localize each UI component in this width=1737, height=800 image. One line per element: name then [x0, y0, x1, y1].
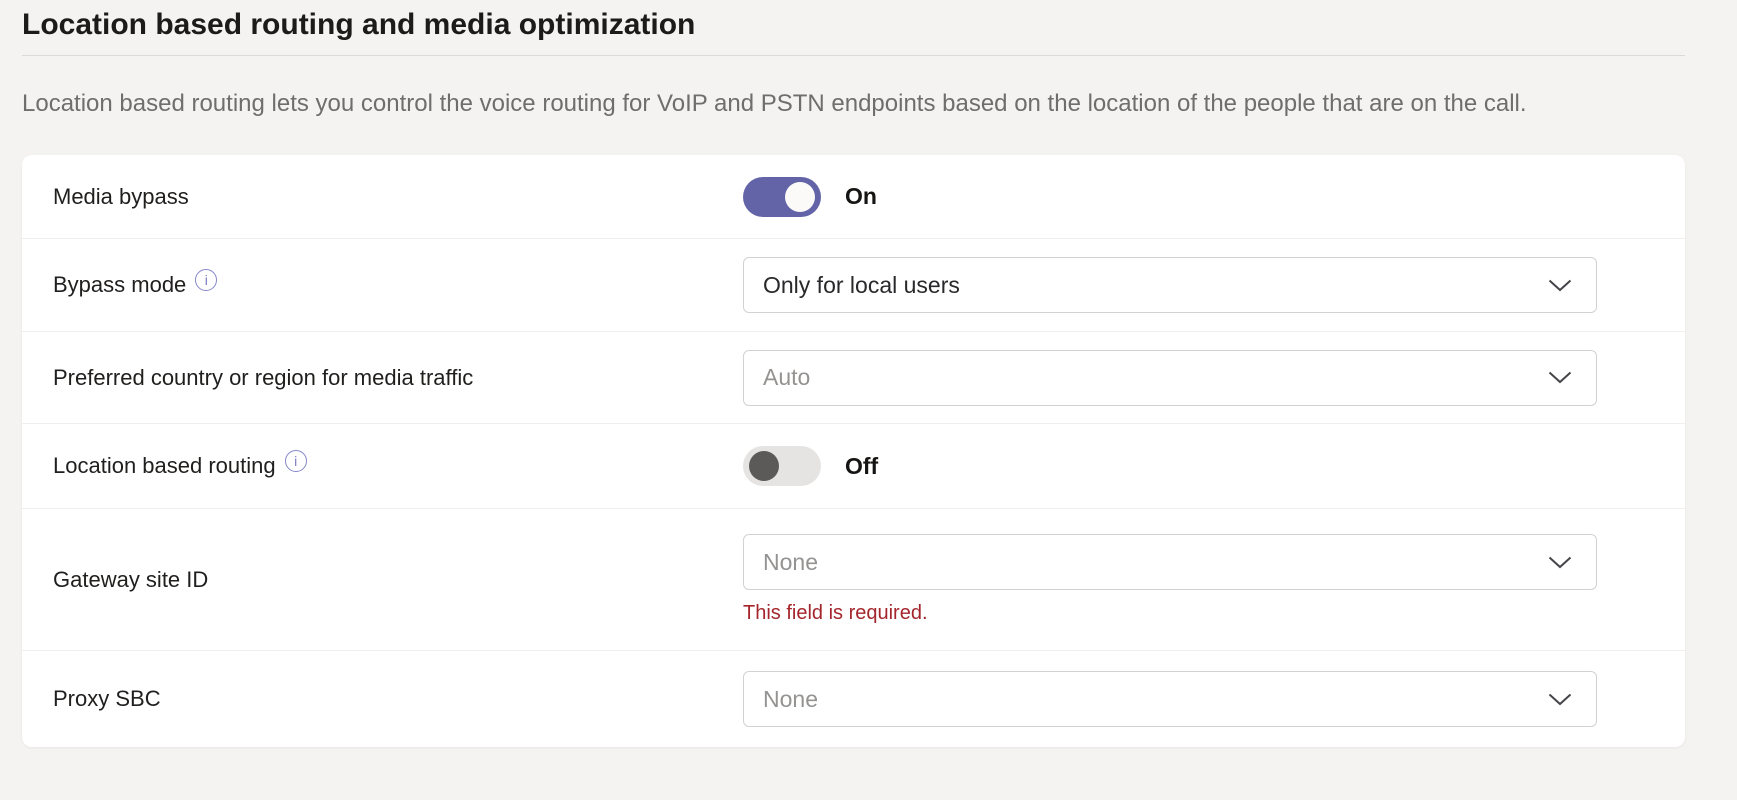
toggle-knob	[785, 182, 815, 212]
bypass-mode-label: Bypass mode i	[53, 272, 743, 298]
location-based-routing-toggle[interactable]	[743, 446, 821, 486]
field-label-text: Gateway site ID	[53, 567, 208, 593]
preferred-country-label: Preferred country or region for media tr…	[53, 365, 743, 391]
dropdown-value: Only for local users	[763, 272, 960, 299]
gateway-site-id-dropdown[interactable]: None	[743, 534, 1597, 590]
field-label-text: Preferred country or region for media tr…	[53, 365, 473, 391]
bypass-mode-dropdown[interactable]: Only for local users	[743, 257, 1597, 313]
row-proxy-sbc: Proxy SBC None	[22, 650, 1685, 747]
toggle-knob	[749, 451, 779, 481]
proxy-sbc-control: None	[743, 671, 1597, 727]
dropdown-placeholder: None	[763, 686, 818, 713]
preferred-country-control: Auto	[743, 350, 1597, 406]
field-error-message: This field is required.	[743, 602, 1597, 625]
row-gateway-site-id: Gateway site ID None This field is requi…	[22, 508, 1685, 650]
page-description: Location based routing lets you control …	[22, 86, 1667, 122]
proxy-sbc-label: Proxy SBC	[53, 686, 743, 712]
settings-panel: Media bypass On Bypass mode i Only for l…	[22, 155, 1685, 747]
gateway-site-id-label: Gateway site ID	[53, 567, 743, 593]
chevron-down-icon	[1548, 279, 1572, 292]
location-based-routing-control: Off	[743, 446, 1597, 486]
chevron-down-icon	[1548, 556, 1572, 569]
row-bypass-mode: Bypass mode i Only for local users	[22, 238, 1685, 331]
row-preferred-country: Preferred country or region for media tr…	[22, 331, 1685, 423]
media-bypass-toggle[interactable]	[743, 177, 821, 217]
preferred-country-dropdown[interactable]: Auto	[743, 350, 1597, 406]
toggle-state-label: Off	[845, 453, 878, 480]
bypass-mode-control: Only for local users	[743, 257, 1597, 313]
dropdown-placeholder: Auto	[763, 364, 810, 391]
chevron-down-icon	[1548, 371, 1572, 384]
media-bypass-label: Media bypass	[53, 184, 743, 210]
proxy-sbc-dropdown[interactable]: None	[743, 671, 1597, 727]
row-media-bypass: Media bypass On	[22, 155, 1685, 238]
location-based-routing-label: Location based routing i	[53, 453, 743, 479]
chevron-down-icon	[1548, 693, 1572, 706]
info-icon[interactable]: i	[285, 450, 307, 472]
field-label-text: Bypass mode	[53, 272, 186, 298]
toggle-state-label: On	[845, 183, 877, 210]
info-icon[interactable]: i	[195, 269, 217, 291]
page-title: Location based routing and media optimiz…	[22, 0, 1685, 56]
field-label-text: Media bypass	[53, 184, 189, 210]
gateway-site-id-control: None This field is required.	[743, 534, 1597, 625]
field-label-text: Location based routing	[53, 453, 276, 479]
media-bypass-control: On	[743, 177, 1597, 217]
row-location-based-routing: Location based routing i Off	[22, 423, 1685, 508]
settings-page: Location based routing and media optimiz…	[0, 0, 1737, 747]
field-label-text: Proxy SBC	[53, 686, 161, 712]
dropdown-placeholder: None	[763, 549, 818, 576]
